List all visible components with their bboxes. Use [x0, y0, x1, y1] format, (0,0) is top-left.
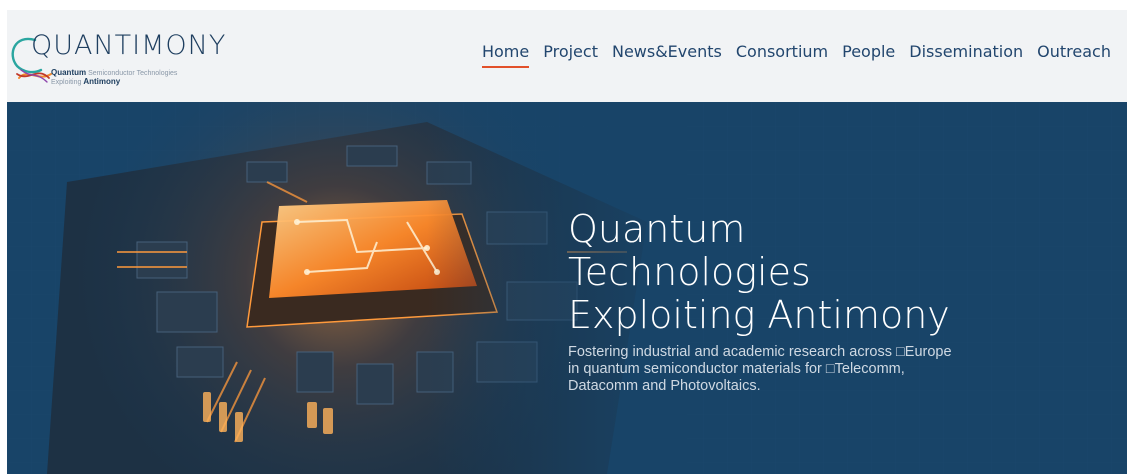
nav-item-news-events[interactable]: News&Events — [612, 42, 722, 62]
nav-item-project[interactable]: Project — [543, 42, 598, 62]
hero-title-line-1: Quantum — [568, 207, 746, 251]
site-logo[interactable]: QUANTIMONY Quantum Semiconductor Technol… — [7, 20, 225, 86]
nav-item-consortium[interactable]: Consortium — [736, 42, 828, 62]
nav-item-home[interactable]: Home — [481, 42, 530, 68]
main-nav: Home Project News&Events Consortium Peop… — [481, 42, 1111, 68]
hero-title-line-2: Technologies — [568, 250, 811, 294]
logo-tagline-1: Quantum Semiconductor Technologies — [51, 68, 178, 77]
site-header: QUANTIMONY Quantum Semiconductor Technol… — [7, 10, 1127, 102]
hero-subtitle-line-1: Fostering industrial and academic resear… — [568, 344, 952, 360]
hero-title: Quantum Technologies Exploiting Antimony — [568, 208, 1088, 337]
hero-subtitle: Fostering industrial and academic resear… — [568, 344, 988, 395]
hero-subtitle-line-3: Datacomm and Photovoltaics. — [568, 378, 761, 394]
hero-subtitle-line-2: in quantum semiconductor materials for □… — [568, 361, 905, 377]
logo-tagline-2: Exploiting Antimony — [51, 77, 121, 86]
hero-banner: Quantum Technologies Exploiting Antimony… — [7, 102, 1127, 474]
nav-item-people[interactable]: People — [842, 42, 895, 62]
hero-title-line-3: Exploiting Antimony — [568, 293, 950, 337]
nav-item-outreach[interactable]: Outreach — [1037, 42, 1111, 62]
page-frame: QUANTIMONY Quantum Semiconductor Technol… — [7, 10, 1127, 474]
logo-wordmark: QUANTIMONY — [31, 30, 227, 61]
nav-item-dissemination[interactable]: Dissemination — [909, 42, 1023, 62]
